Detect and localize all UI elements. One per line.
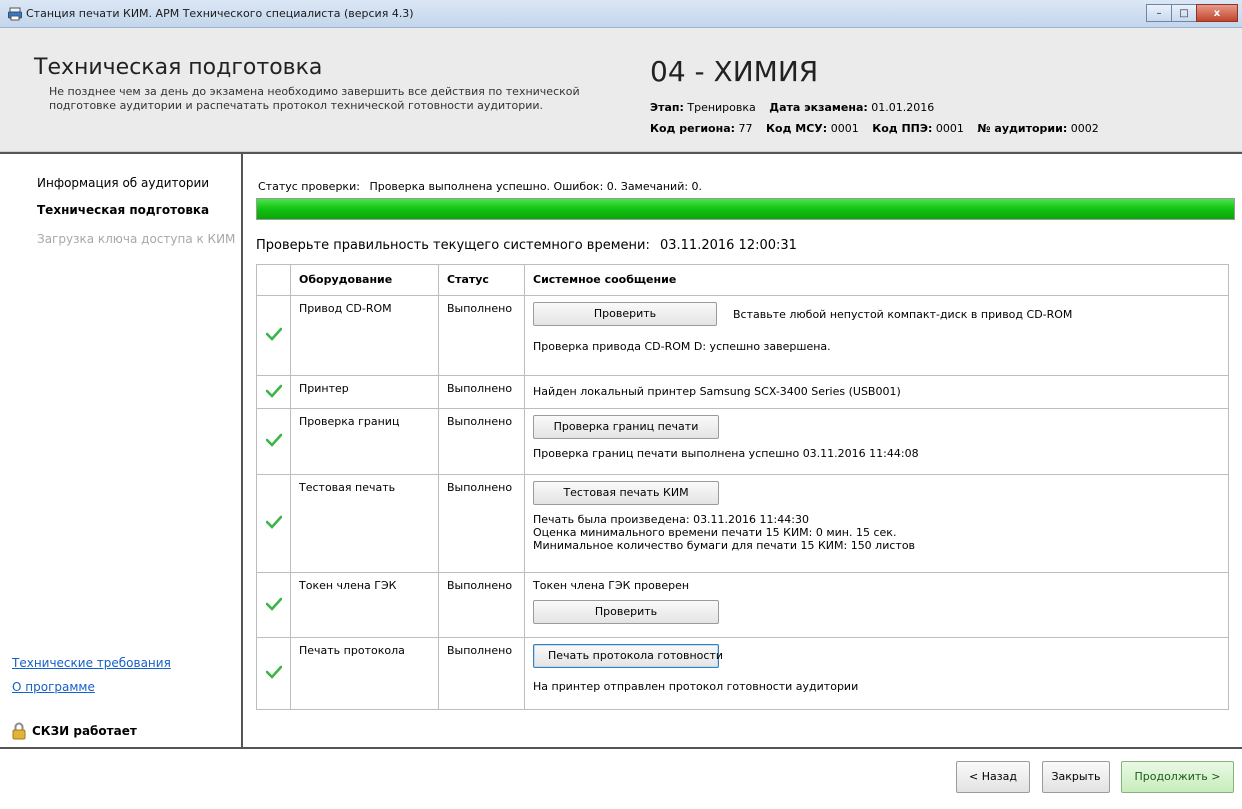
- exam-subject: 04 - ХИМИЯ: [650, 55, 819, 88]
- msu-value: 0001: [830, 122, 859, 135]
- page-description: Не позднее чем за день до экзамена необх…: [49, 85, 580, 112]
- ppe-value: 0001: [935, 122, 964, 135]
- column-header-message: Системное сообщение: [524, 264, 1229, 296]
- room-label: № аудитории:: [977, 122, 1068, 135]
- message-cell: Проверить Вставьте любой непустой компак…: [524, 295, 1229, 376]
- check-progress-bar: [256, 198, 1235, 220]
- window-titlebar[interactable]: Станция печати КИМ. АРМ Технического спе…: [0, 0, 1242, 28]
- system-time-line: Проверьте правильность текущего системно…: [256, 238, 797, 253]
- message-cell: Токен члена ГЭК проверен Проверить: [524, 572, 1229, 638]
- footer: < Назад Закрыть Продолжить >: [0, 749, 1242, 809]
- table-header-row: Оборудование Статус Системное сообщение: [256, 264, 1229, 296]
- exam-date-value: 01.01.2016: [871, 101, 935, 114]
- check-icon: [265, 597, 282, 611]
- check-icon: [265, 665, 282, 679]
- protocol-result: На принтер отправлен протокол готовности…: [533, 680, 859, 693]
- status-cell: Выполнено: [438, 375, 525, 409]
- check-cdrom-button[interactable]: Проверить: [533, 302, 717, 326]
- page-title: Техническая подготовка: [34, 55, 323, 80]
- exam-meta-line1: Этап: Тренировка Дата экзамена: 01.01.20…: [650, 101, 944, 114]
- message-cell: Печать протокола готовности На принтер о…: [524, 637, 1229, 710]
- ppe-label: Код ППЭ:: [872, 122, 933, 135]
- table-row: Привод CD-ROM Выполнено Проверить Вставь…: [256, 295, 1229, 376]
- print-borders-check-button[interactable]: Проверка границ печати: [533, 415, 719, 439]
- main-content: Статус проверки: Проверка выполнена успе…: [243, 154, 1242, 747]
- window-title: Станция печати КИМ. АРМ Технического спе…: [26, 7, 414, 20]
- cdrom-hint: Вставьте любой непустой компакт-диск в п…: [733, 307, 1073, 321]
- check-icon: [265, 327, 282, 341]
- page-header: Техническая подготовка Не позднее чем за…: [0, 28, 1242, 152]
- back-button[interactable]: < Назад: [956, 761, 1030, 793]
- exam-date-label: Дата экзамена:: [769, 101, 868, 114]
- test-print-line: Печать была произведена: 03.11.2016 11:4…: [533, 513, 809, 526]
- equipment-cell: Проверка границ: [290, 408, 439, 475]
- sidebar-item-key-load: Загрузка ключа доступа к КИМ: [37, 232, 236, 246]
- about-link[interactable]: О программе: [12, 680, 95, 694]
- test-print-button[interactable]: Тестовая печать КИМ: [533, 481, 719, 505]
- crypto-status: СКЗИ работает: [12, 722, 137, 740]
- equipment-table: Оборудование Статус Системное сообщение …: [256, 264, 1229, 710]
- message-cell: Найден локальный принтер Samsung SCX-340…: [524, 375, 1229, 409]
- region-label: Код региона:: [650, 122, 736, 135]
- maximize-button[interactable]: □: [1171, 4, 1197, 22]
- equipment-cell: Токен члена ГЭК: [290, 572, 439, 638]
- table-row: Проверка границ Выполнено Проверка грани…: [256, 408, 1229, 475]
- test-print-line: Оценка минимального времени печати 15 КИ…: [533, 526, 897, 539]
- table-row: Тестовая печать Выполнено Тестовая печат…: [256, 474, 1229, 573]
- sidebar: Информация об аудитории Техническая подг…: [0, 154, 241, 747]
- region-value: 77: [738, 122, 753, 135]
- cdrom-result: Проверка привода CD-ROM D: успешно завер…: [533, 340, 831, 353]
- check-icon: [265, 384, 282, 398]
- check-icon: [265, 433, 282, 447]
- check-progress-fill: [257, 199, 1234, 219]
- check-status-text: Проверка выполнена успешно. Ошибок: 0. З…: [369, 180, 703, 193]
- check-icon: [265, 515, 282, 529]
- status-cell: Выполнено: [438, 572, 525, 638]
- app-printer-icon: [8, 7, 22, 21]
- equipment-cell: Тестовая печать: [290, 474, 439, 573]
- check-status-label: Статус проверки:: [258, 180, 360, 193]
- column-header-check: [256, 264, 291, 296]
- check-status: Статус проверки: Проверка выполнена успе…: [258, 180, 702, 193]
- status-cell: Выполнено: [438, 295, 525, 376]
- stage-value: Тренировка: [687, 101, 756, 114]
- status-cell: Выполнено: [438, 637, 525, 710]
- column-header-status: Статус: [438, 264, 525, 296]
- close-window-button[interactable]: x: [1196, 4, 1238, 22]
- table-row: Токен члена ГЭК Выполнено Токен члена ГЭ…: [256, 572, 1229, 638]
- check-token-button[interactable]: Проверить: [533, 600, 719, 624]
- equipment-cell: Печать протокола: [290, 637, 439, 710]
- tech-requirements-link[interactable]: Технические требования: [12, 656, 171, 670]
- msu-label: Код МСУ:: [766, 122, 828, 135]
- borders-result: Проверка границ печати выполнена успешно…: [533, 447, 919, 460]
- close-button[interactable]: Закрыть: [1042, 761, 1110, 793]
- room-value: 0002: [1070, 122, 1099, 135]
- equipment-cell: Привод CD-ROM: [290, 295, 439, 376]
- crypto-status-text: СКЗИ работает: [32, 724, 137, 738]
- stage-label: Этап:: [650, 101, 684, 114]
- system-time-label: Проверьте правильность текущего системно…: [256, 238, 650, 253]
- sidebar-item-tech-prep[interactable]: Техническая подготовка: [37, 203, 209, 217]
- minimize-button[interactable]: –: [1146, 4, 1172, 22]
- message-cell: Тестовая печать КИМ Печать была произвед…: [524, 474, 1229, 573]
- continue-button[interactable]: Продолжить >: [1121, 761, 1234, 793]
- print-readiness-protocol-button[interactable]: Печать протокола готовности: [533, 644, 723, 668]
- exam-meta-line2: Код региона: 77 Код МСУ: 0001 Код ППЭ: 0…: [650, 122, 1109, 135]
- test-print-line: Минимальное количество бумаги для печати…: [533, 539, 916, 552]
- equipment-cell: Принтер: [290, 375, 439, 409]
- lock-icon: [12, 722, 26, 740]
- column-header-equipment: Оборудование: [290, 264, 439, 296]
- system-time-value: 03.11.2016 12:00:31: [659, 238, 797, 253]
- sidebar-item-room-info[interactable]: Информация об аудитории: [37, 176, 209, 190]
- status-cell: Выполнено: [438, 408, 525, 475]
- table-row: Печать протокола Выполнено Печать проток…: [256, 637, 1229, 710]
- window-controls: – □ x: [1146, 4, 1238, 22]
- message-cell: Проверка границ печати Проверка границ п…: [524, 408, 1229, 475]
- status-cell: Выполнено: [438, 474, 525, 573]
- token-result: Токен члена ГЭК проверен: [533, 579, 690, 592]
- table-row: Принтер Выполнено Найден локальный принт…: [256, 375, 1229, 409]
